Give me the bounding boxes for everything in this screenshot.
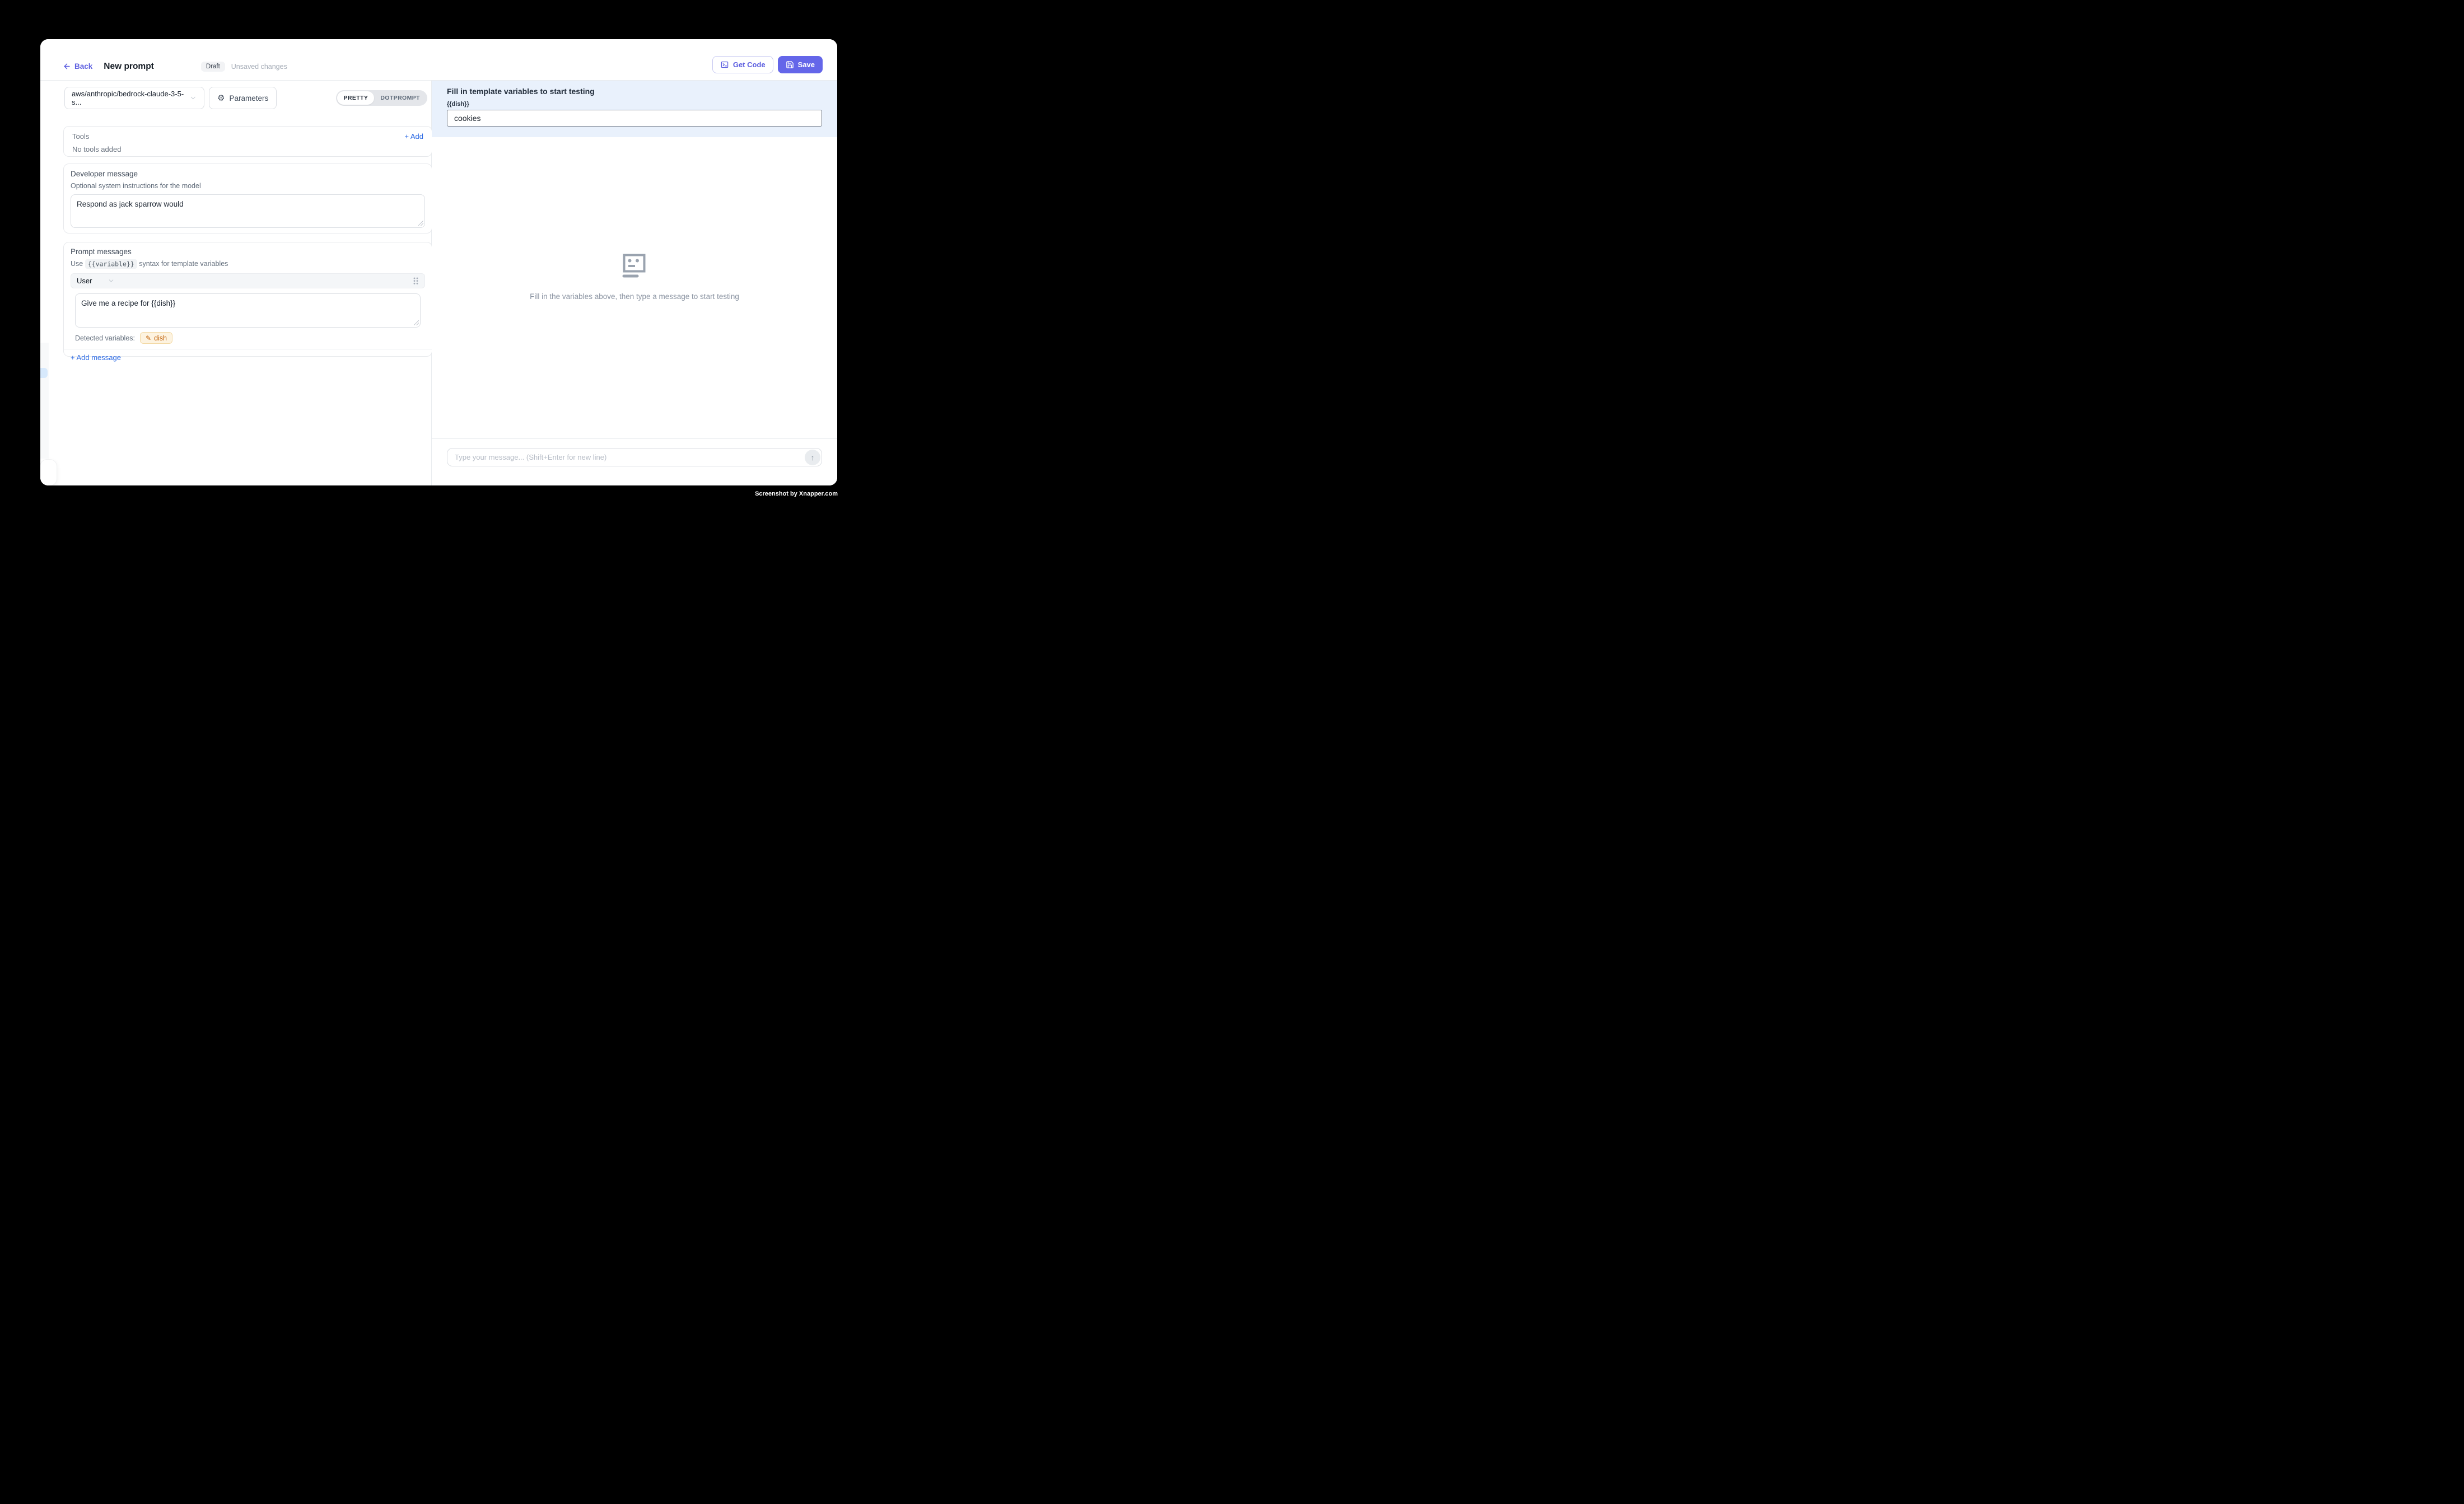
sidebar-edge-strip xyxy=(40,343,49,459)
message-role-header: User xyxy=(71,273,425,288)
sidebar-edge-card xyxy=(40,460,57,485)
model-row: aws/anthropic/bedrock-claude-3-5-s... ⚙ … xyxy=(64,87,277,109)
variable-badge-dish[interactable]: ✎ dish xyxy=(140,332,172,344)
chat-message-input[interactable] xyxy=(447,448,822,466)
toggle-pretty[interactable]: PRETTY xyxy=(337,91,374,105)
prompt-messages-subtitle: Use {{variable}} syntax for template var… xyxy=(71,260,425,268)
tools-card-header: Tools + Add xyxy=(72,132,423,141)
developer-message-title: Developer message xyxy=(71,170,425,178)
tools-card: Tools + Add No tools added xyxy=(63,126,432,157)
add-message-button[interactable]: + Add message xyxy=(71,353,425,362)
chat-input-bar: ↑ xyxy=(432,438,837,485)
detected-variables-row: Detected variables: ✎ dish xyxy=(75,332,432,344)
role-select[interactable]: User xyxy=(77,277,92,285)
get-code-label: Get Code xyxy=(733,60,766,69)
variable-syntax-chip: {{variable}} xyxy=(85,259,137,269)
back-label: Back xyxy=(74,62,92,71)
tools-title: Tools xyxy=(72,132,89,141)
test-pane: Fill in template variables to start test… xyxy=(432,81,837,485)
template-variables-panel: Fill in template variables to start test… xyxy=(432,81,837,137)
subtitle-suffix: syntax for template variables xyxy=(139,260,228,268)
tools-empty-text: No tools added xyxy=(72,145,423,153)
variable-key-label: {{dish}} xyxy=(447,101,822,108)
page-title: New prompt xyxy=(104,62,154,72)
prompt-editor-pane: aws/anthropic/bedrock-claude-3-5-s... ⚙ … xyxy=(40,81,432,485)
prompt-card-footer: + Add message xyxy=(64,349,432,366)
pencil-icon: ✎ xyxy=(146,335,151,342)
save-icon xyxy=(786,60,794,69)
prompt-messages-title: Prompt messages xyxy=(71,247,425,256)
save-button[interactable]: Save xyxy=(778,56,823,73)
status-badge: Draft xyxy=(201,62,225,72)
empty-state-text: Fill in the variables above, then type a… xyxy=(530,292,739,301)
back-button[interactable]: Back xyxy=(63,62,92,71)
screenshot-canvas: Back New prompt Draft Unsaved changes Ge… xyxy=(0,0,862,526)
arrow-left-icon xyxy=(63,62,71,71)
message-field-wrap xyxy=(75,293,421,328)
robot-face-icon xyxy=(622,253,647,279)
gear-icon: ⚙ xyxy=(217,94,225,102)
terminal-icon xyxy=(720,60,729,69)
app-window: Back New prompt Draft Unsaved changes Ge… xyxy=(40,39,837,485)
drag-handle-icon[interactable] xyxy=(413,277,419,285)
view-mode-toggle: PRETTY DOTPROMPT xyxy=(336,90,427,106)
developer-message-textarea[interactable] xyxy=(71,194,425,228)
watermark-text: Screenshot by Xnapper.com xyxy=(755,491,838,497)
arrow-up-icon: ↑ xyxy=(811,454,815,461)
prompt-messages-card: Prompt messages Use {{variable}} syntax … xyxy=(63,242,432,357)
developer-message-card: Developer message Optional system instru… xyxy=(63,164,432,233)
parameters-button[interactable]: ⚙ Parameters xyxy=(209,87,277,109)
chevron-down-icon xyxy=(189,94,197,102)
get-code-button[interactable]: Get Code xyxy=(712,56,773,73)
model-selector[interactable]: aws/anthropic/bedrock-claude-3-5-s... xyxy=(64,87,204,109)
variables-panel-title: Fill in template variables to start test… xyxy=(447,87,822,96)
subtitle-prefix: Use xyxy=(71,260,83,268)
chat-empty-state: Fill in the variables above, then type a… xyxy=(432,137,837,438)
developer-message-field-wrap xyxy=(71,194,425,228)
variable-value-input[interactable] xyxy=(447,110,822,127)
send-button[interactable]: ↑ xyxy=(805,450,820,465)
sidebar-edge-active-item xyxy=(40,368,48,378)
add-tool-button[interactable]: + Add xyxy=(404,132,423,141)
variable-badge-label: dish xyxy=(154,334,167,342)
parameters-label: Parameters xyxy=(229,94,268,102)
toggle-dotprompt[interactable]: DOTPROMPT xyxy=(374,91,426,105)
page-header: Back New prompt Draft Unsaved changes Ge… xyxy=(40,39,837,81)
save-label: Save xyxy=(798,60,815,69)
header-actions: Get Code Save xyxy=(712,56,823,73)
developer-message-subtitle: Optional system instructions for the mod… xyxy=(71,182,425,190)
model-selector-value: aws/anthropic/bedrock-claude-3-5-s... xyxy=(72,90,189,106)
user-message-textarea[interactable] xyxy=(75,293,421,328)
detected-variables-label: Detected variables: xyxy=(75,334,135,342)
chevron-down-icon xyxy=(108,277,115,284)
unsaved-changes-text: Unsaved changes xyxy=(231,63,287,71)
body-row: aws/anthropic/bedrock-claude-3-5-s... ⚙ … xyxy=(40,81,837,485)
